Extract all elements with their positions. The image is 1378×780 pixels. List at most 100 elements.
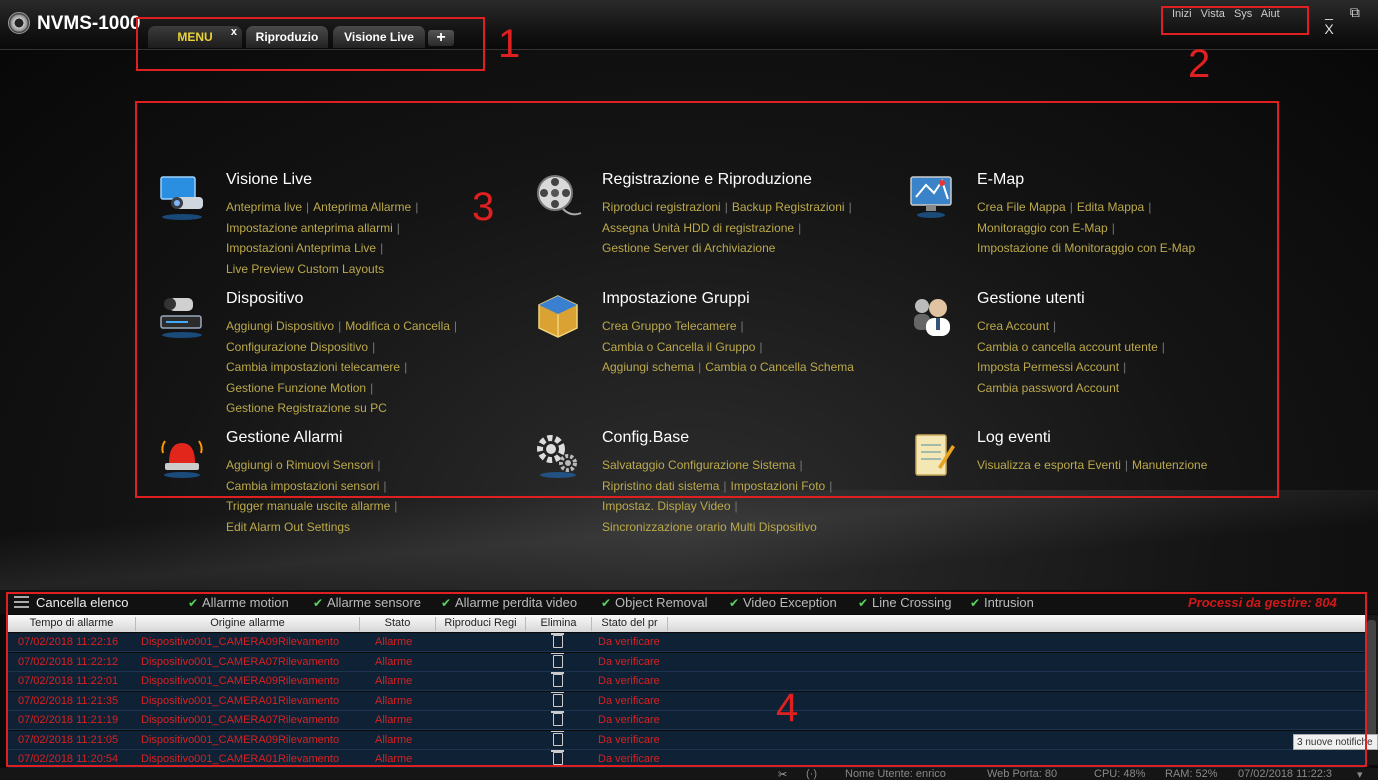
trash-icon[interactable] [551,652,564,668]
module-title[interactable]: Visione Live [226,171,312,189]
trash-icon[interactable] [551,691,564,707]
module-link[interactable]: Manutenzione [1132,458,1207,472]
trash-icon[interactable] [551,711,564,726]
filter-perdita-video[interactable]: ✔ Allarme perdita video [441,595,577,610]
notification-toast[interactable]: 3 nuove notifiche [1293,734,1378,750]
filter-allarme-motion[interactable]: ✔ Allarme motion [188,595,289,610]
module-link[interactable]: Live Preview Custom Layouts [226,262,384,276]
module-link[interactable]: Imposta Permessi Account [977,360,1119,374]
gears-icon[interactable] [533,431,583,481]
module-link[interactable]: Sincronizzazione orario Multi Dispositiv… [602,520,817,534]
module-link[interactable]: Salvataggio Configurazione Sistema [602,458,795,472]
table-row[interactable]: 07/02/2018 11:22:12 Dispositivo001_CAMERA… [8,652,1365,672]
filter-video-exception[interactable]: ✔ Video Exception [729,595,837,610]
tools-icon[interactable]: ✂ [778,768,787,780]
module-link[interactable]: Aggiungi o Rimuovi Sensori [226,458,373,472]
module-link[interactable]: Impostazione anteprima allarmi [226,221,393,235]
menu-aiut[interactable]: Aiut [1261,8,1280,20]
users-icon[interactable] [908,292,958,342]
module-link[interactable]: Trigger manuale uscite allarme [226,499,390,513]
column-header[interactable]: Stato [360,617,436,631]
restore-button[interactable]: ⧉ [1344,4,1366,21]
filter-object-removal[interactable]: ✔ Object Removal [601,595,707,610]
chevron-down-icon[interactable]: ▾ [1357,768,1363,780]
module-link[interactable]: Cambia o cancella account utente [977,340,1158,354]
table-row[interactable]: 07/02/2018 11:21:05 Dispositivo001_CAMERA… [8,730,1365,750]
scroll-thumb[interactable] [1367,620,1376,740]
table-row[interactable]: 07/02/2018 11:22:16 Dispositivo001_CAMERA… [8,633,1365,652]
close-button[interactable]: X [1318,21,1340,37]
filter-line-crossing[interactable]: ✔ Line Crossing [858,595,952,610]
tab-menu[interactable]: MENU x [148,26,242,48]
module-link[interactable]: Anteprima Allarme [313,200,411,214]
module-link[interactable]: Monitoraggio con E-Map [977,221,1108,235]
module-link[interactable]: Gestione Registrazione su PC [226,401,387,415]
menu-vista[interactable]: Vista [1201,8,1225,20]
module-link[interactable]: Edita Mappa [1077,200,1144,214]
column-header[interactable]: Elimina [526,617,592,631]
module-link[interactable]: Impostazioni Anteprima Live [226,241,376,255]
menu-sys[interactable]: Sys [1234,8,1252,20]
column-header[interactable]: Stato del pr [592,617,668,631]
module-link[interactable]: Gestione Server di Archiviazione [602,241,775,255]
module-title[interactable]: Registrazione e Riproduzione [602,171,812,189]
module-link[interactable]: Modifica o Cancella [345,319,450,333]
module-title[interactable]: E-Map [977,171,1024,189]
module-link[interactable]: Cambia impostazioni sensori [226,479,379,493]
menu-inizi[interactable]: Inizi [1172,8,1192,20]
module-link[interactable]: Assegna Unità HDD di registrazione [602,221,794,235]
table-row[interactable]: 07/02/2018 11:22:01 Dispositivo001_CAMERA… [8,672,1365,691]
module-title[interactable]: Impostazione Gruppi [602,290,750,308]
group-cube-icon[interactable] [533,292,583,342]
trash-icon[interactable] [551,730,564,746]
filter-intrusion[interactable]: ✔ Intrusion [970,595,1034,610]
map-monitor-icon[interactable] [908,173,958,223]
nvr-device-icon[interactable] [157,292,207,342]
module-link[interactable]: Impostazioni Foto [731,479,826,493]
module-title[interactable]: Config.Base [602,429,689,447]
module-link[interactable]: Anteprima live [226,200,302,214]
module-link[interactable]: Impostazione di Monitoraggio con E-Map [977,241,1195,255]
module-link[interactable]: Riproduci registrazioni [602,200,721,214]
filter-allarme-sensore[interactable]: ✔ Allarme sensore [313,595,421,610]
tab-visione-live[interactable]: Visione Live [333,26,425,48]
table-row[interactable]: 07/02/2018 11:21:35 Dispositivo001_CAMERA… [8,691,1365,711]
module-link[interactable]: Impostaz. Display Video [602,499,731,513]
clear-list-button[interactable]: Cancella elenco [36,595,129,610]
module-link[interactable]: Edit Alarm Out Settings [226,520,350,534]
module-link[interactable]: Gestione Funzione Motion [226,381,366,395]
module-title[interactable]: Dispositivo [226,290,303,308]
minimize-button[interactable]: _ [1318,4,1340,20]
column-header[interactable]: Origine allarme [136,617,360,631]
module-title[interactable]: Log eventi [977,429,1051,447]
notepad-icon[interactable] [908,431,958,481]
column-header[interactable]: Riproduci Regi [436,617,526,631]
trash-icon[interactable] [551,750,564,765]
trash-icon[interactable] [551,672,564,687]
module-link[interactable]: Cambia impostazioni telecamere [226,360,400,374]
column-header[interactable]: Tempo di allarme [8,617,136,631]
module-link[interactable]: Cambia password Account [977,381,1119,395]
trash-icon[interactable] [551,633,564,648]
add-tab-button[interactable]: + [428,30,454,46]
tab-close-icon[interactable]: x [231,21,237,43]
module-link[interactable]: Ripristino dati sistema [602,479,719,493]
module-link[interactable]: Cambia o Cancella il Gruppo [602,340,755,354]
module-link[interactable]: Crea Gruppo Telecamere [602,319,737,333]
monitor-camera-icon[interactable] [157,173,207,223]
module-link[interactable]: Cambia o Cancella Schema [705,360,854,374]
module-link[interactable]: Crea File Mappa [977,200,1066,214]
module-link[interactable]: Configurazione Dispositivo [226,340,368,354]
module-link[interactable]: Aggiungi Dispositivo [226,319,334,333]
module-link[interactable]: Visualizza e esporta Eventi [977,458,1121,472]
module-title[interactable]: Gestione Allarmi [226,429,343,447]
module-title[interactable]: Gestione utenti [977,290,1085,308]
table-row[interactable]: 07/02/2018 11:21:19 Dispositivo001_CAMERA… [8,711,1365,730]
tab-riproduzione[interactable]: Riproduzio [246,26,328,48]
module-link[interactable]: Aggiungi schema [602,360,694,374]
table-row[interactable]: 07/02/2018 11:20:54 Dispositivo001_CAMERA… [8,750,1365,769]
alarm-siren-icon[interactable] [157,431,207,481]
module-link[interactable]: Crea Account [977,319,1049,333]
film-reel-icon[interactable] [533,173,583,223]
module-link[interactable]: Backup Registrazioni [732,200,845,214]
